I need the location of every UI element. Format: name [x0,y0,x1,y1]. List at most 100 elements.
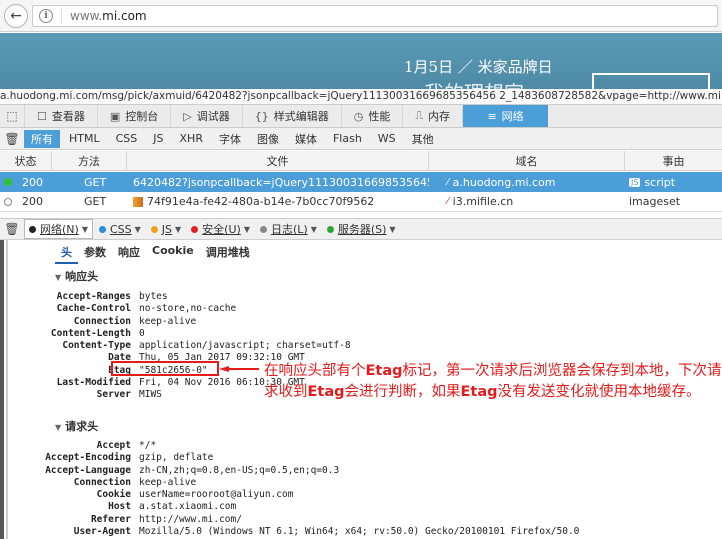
console-filter-server[interactable]: 服务器(S) ▼ [323,219,400,239]
tab-memory[interactable]: ⎍ 内存 [402,105,462,127]
dropdown-arrow-icon[interactable]: ▼ [389,225,395,234]
cause-text: imageset [629,195,681,208]
header-value: */* [139,440,157,451]
tab-inspector[interactable]: ☐ 查看器 [24,105,97,127]
url-input[interactable]: i www.mi.com [32,5,718,27]
tab-network[interactable]: ≡ 网络 [462,105,549,127]
filter-all[interactable]: 所有 [24,129,60,148]
section-title: 请求头 [65,420,99,433]
section-title: 响应头 [65,270,99,283]
network-dot-icon [29,225,36,233]
status-dot [4,178,12,186]
status-cell: 200 [0,195,52,208]
status-dot [4,197,12,206]
banner-box [592,73,710,89]
filter-ws[interactable]: WS [371,130,403,148]
back-button[interactable]: ← [4,4,28,28]
request-headers-toggle[interactable]: ▼ 请求头 [55,418,98,434]
annotation-arrow-icon [219,366,259,372]
response-headers-toggle[interactable]: ▼ 响应头 [55,268,98,284]
col-domain[interactable]: 域名 [429,150,625,171]
header-key: Cookie [96,489,131,501]
filter-xhr[interactable]: XHR [173,130,210,148]
header-key: Server [96,389,131,401]
tab-label: 网络 [501,110,524,123]
filter-other[interactable]: 其他 [405,130,441,148]
inspector-icon: ☐ [37,109,47,123]
table-row[interactable]: 200 GET 6420482?jsonpcallback=jQuery1113… [0,172,722,192]
collapse-triangle-icon: ▼ [55,423,62,432]
header-value: bytes [139,291,168,302]
filter-images[interactable]: 图像 [250,130,286,148]
console-filter-network[interactable]: 网络(N) ▼ [24,219,93,239]
trash-icon[interactable]: 🗑 [0,222,24,236]
console-filter-js[interactable]: JS ▼ [147,219,185,239]
cause-cell: JS script [625,176,722,189]
debugger-icon: ▷ [183,109,192,123]
filter-media[interactable]: 媒体 [288,130,324,148]
filter-css[interactable]: CSS [109,130,145,148]
tab-headers[interactable]: 头 [55,243,78,264]
filter-fonts[interactable]: 字体 [212,130,248,148]
header-value: gzip, deflate [139,452,214,464]
filter-label: 日志(L) [270,223,308,236]
info-icon[interactable]: i [39,9,53,23]
address-bar: ← i www.mi.com [0,0,722,32]
file-cell: 6420482?jsonpcallback=jQuery111300316698… [127,176,429,189]
request-url-line: a.huodong.mi.com/msg/pick/axmuid/6420482… [0,89,722,104]
tab-label: 内存 [428,110,451,123]
console-filter-security[interactable]: 安全(U) ▼ [187,219,254,239]
header-key: Accept [96,440,131,451]
header-row: Referer http://www.mi.com/ [0,514,722,526]
dropdown-arrow-icon[interactable]: ▼ [82,225,88,234]
back-arrow-icon: ← [10,8,22,24]
tab-style-editor[interactable]: {} 样式编辑器 [241,105,341,127]
collapse-triangle-icon: ▼ [55,273,62,282]
domain-cell: ⁄ i3.mifile.cn [429,195,625,208]
tab-stack-trace[interactable]: 调用堆栈 [200,243,256,264]
file-cell: 74f91e4a-fe42-480a-b14e-7b0cc70f9562 [127,195,429,208]
tab-label: 性能 [368,110,391,123]
header-value: MIWS [139,389,162,401]
tab-performance[interactable]: ◷ 性能 [340,105,403,127]
trash-icon[interactable]: 🗑 [0,132,24,146]
tab-response[interactable]: 响应 [112,243,146,264]
tab-console[interactable]: ▣ 控制台 [96,105,170,127]
header-row: Cache-Control no-store,no-cache [0,303,722,315]
col-cause[interactable]: 事由 [625,151,722,171]
table-row[interactable]: 200 GET 74f91e4a-fe42-480a-b14e-7b0cc70f… [0,192,722,212]
filter-html[interactable]: HTML [62,130,107,148]
url-text: www.mi.com [70,9,147,23]
header-row: Connection keep-alive [0,477,722,489]
header-value: zh-CN,zh;q=0.8,en-US;q=0.5,en;q=0.3 [139,464,340,476]
console-filter-logging[interactable]: 日志(L) ▼ [256,219,321,239]
filter-js[interactable]: JS [146,130,170,148]
header-value: no-store,no-cache [139,303,237,315]
dropdown-arrow-icon[interactable]: ▼ [175,225,181,234]
dropdown-arrow-icon[interactable]: ▼ [311,225,317,234]
dropdown-arrow-icon[interactable]: ▼ [135,225,141,234]
element-picker-icon[interactable]: ⬚ [0,109,24,123]
tab-debugger[interactable]: ▷ 调试器 [170,105,241,127]
col-status[interactable]: 状态 [0,150,52,171]
header-key: Content-Length [50,327,131,339]
security-dot-icon [191,225,199,233]
filter-flash[interactable]: Flash [326,130,369,148]
tab-cookie[interactable]: Cookie [146,243,200,264]
dropdown-arrow-icon[interactable]: ▼ [244,225,250,234]
header-row: Accept-Ranges bytes [0,291,722,303]
status-code: 200 [22,195,43,208]
js-dot-icon [150,225,158,233]
tab-params[interactable]: 参数 [78,243,112,264]
header-key: Host [108,501,131,513]
annotation-text: 在响应头部有个Etag标记，第一次请求后浏览器会保存到本地，下次请求收到Etag… [264,363,722,400]
header-value: a.stat.xiaomi.com [139,501,237,513]
logging-dot-icon [259,225,267,233]
filter-label: 网络(N) [40,223,79,236]
col-method[interactable]: 方法 [52,150,127,171]
console-filter-css[interactable]: CSS ▼ [95,219,145,239]
header-key: Content-Type [62,340,131,352]
css-dot-icon [98,225,106,233]
col-file[interactable]: 文件 [127,150,429,171]
header-key: Accept-Ranges [56,291,131,302]
